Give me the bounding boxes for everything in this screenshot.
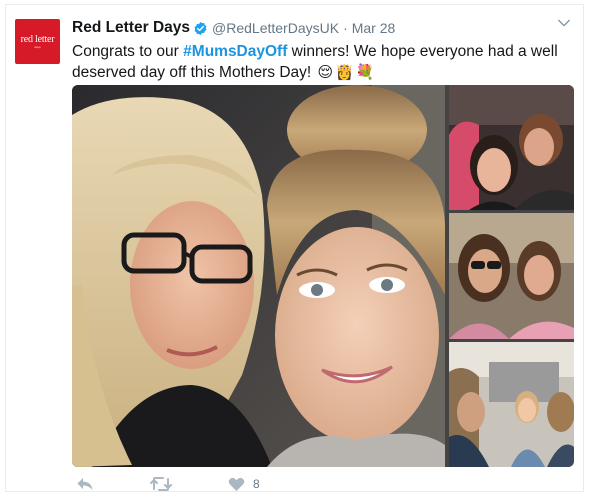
media-photo-4[interactable] (449, 342, 574, 467)
tweet-text-start: Congrats to our (72, 43, 184, 60)
heart-icon (228, 477, 245, 491)
like-count: 8 (253, 477, 260, 491)
retweet-button[interactable] (150, 476, 172, 492)
tweet-actions: 8 (76, 473, 316, 495)
tweet-date[interactable]: Mar 28 (352, 20, 396, 36)
side-photo-image (449, 342, 574, 467)
media-photo-2[interactable] (449, 85, 574, 210)
tweet-header: Red Letter Days @RedLetterDaysUK · Mar 2… (72, 17, 395, 39)
avatar[interactable]: red letter days (15, 19, 60, 64)
reply-button[interactable] (76, 476, 94, 492)
account-name[interactable]: Red Letter Days (72, 19, 190, 37)
retweet-icon (150, 477, 172, 491)
tweet-text: Congrats to our #MumsDayOff winners! We … (72, 41, 572, 83)
chevron-down-icon[interactable] (557, 16, 571, 30)
side-photo-image (449, 85, 574, 210)
media-grid (72, 85, 574, 467)
reply-icon (77, 478, 93, 490)
like-button[interactable]: 8 (228, 477, 260, 492)
relieved-face-emoji: 😌 (317, 64, 334, 81)
princess-emoji: 👸 (335, 64, 354, 81)
selfie-photo-image (72, 85, 445, 467)
media-photo-3[interactable] (449, 213, 574, 339)
bouquet-emoji: 💐 (355, 64, 375, 81)
side-photo-image (449, 213, 574, 339)
avatar-logo-text: red letter (20, 33, 55, 45)
separator-dot: · (343, 20, 348, 36)
hashtag-link[interactable]: #MumsDayOff (183, 43, 287, 60)
tweet-card[interactable]: red letter days Red Letter Days @RedLett… (5, 4, 584, 492)
verified-badge-icon (194, 21, 207, 35)
avatar-logo-subtext: days (34, 44, 41, 49)
account-handle[interactable]: @RedLetterDaysUK (212, 20, 339, 36)
media-photo-main[interactable] (72, 85, 445, 467)
